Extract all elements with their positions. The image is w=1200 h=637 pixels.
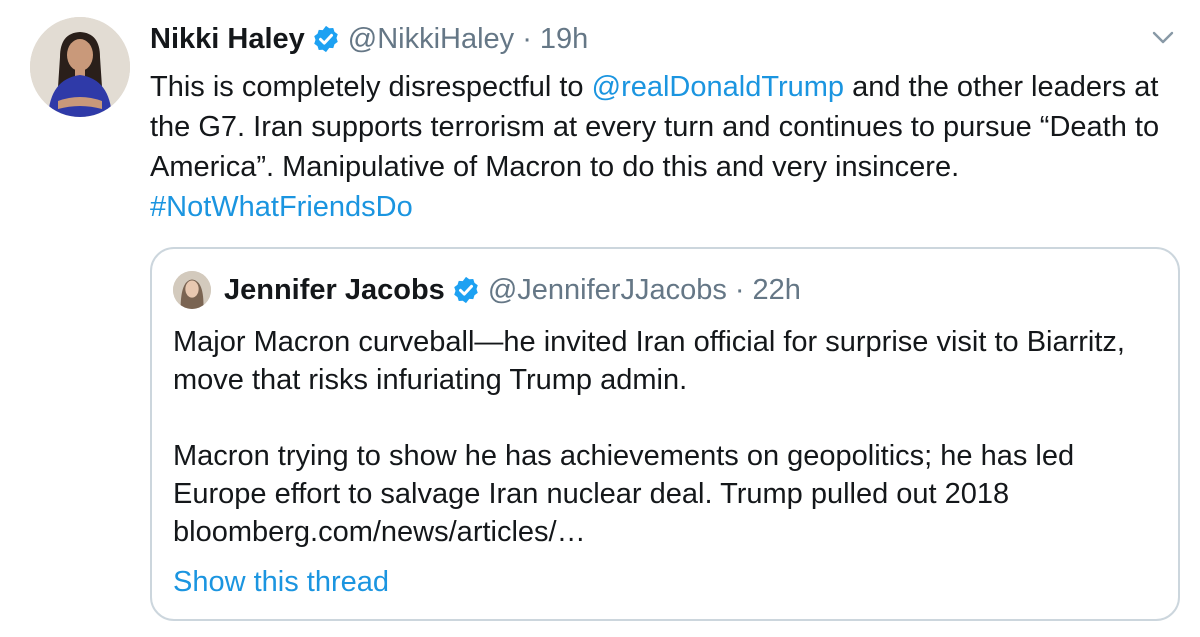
quoted-author-handle[interactable]: @JenniferJJacobs bbox=[488, 271, 727, 309]
author-name[interactable]: Nikki Haley bbox=[150, 21, 305, 57]
author-handle[interactable]: @NikkiHaley bbox=[348, 21, 514, 57]
mention-link[interactable]: @realDonaldTrump bbox=[592, 71, 844, 103]
chevron-down-icon[interactable] bbox=[1150, 28, 1176, 48]
header-separator: · bbox=[734, 274, 745, 306]
quoted-paragraph: Major Macron curveball—he invited Iran o… bbox=[173, 326, 1125, 396]
quoted-author-avatar[interactable] bbox=[173, 271, 211, 309]
paragraph-break bbox=[173, 399, 1158, 437]
quoted-author-name[interactable]: Jennifer Jacobs bbox=[224, 271, 445, 309]
tweet-header: Nikki Haley @NikkiHaley · 19h bbox=[150, 21, 588, 57]
article-link[interactable]: bloomberg.com/news/articles/… bbox=[173, 513, 1158, 551]
quoted-tweet[interactable]: Jennifer Jacobs @JenniferJJacobs · 22h M… bbox=[150, 247, 1180, 621]
tweet-timestamp[interactable]: 19h bbox=[540, 21, 588, 57]
show-thread-link[interactable]: Show this thread bbox=[173, 563, 389, 601]
quoted-paragraph: Macron trying to show he has achievement… bbox=[173, 440, 1075, 510]
tweet[interactable]: Nikki Haley @NikkiHaley · 19h This is co… bbox=[0, 0, 1200, 637]
header-separator: · bbox=[522, 23, 532, 55]
verified-badge-icon bbox=[451, 275, 481, 305]
hashtag-link[interactable]: #NotWhatFriendsDo bbox=[150, 191, 413, 223]
tweet-body: This is completely disrespectful to @rea… bbox=[150, 67, 1160, 227]
quoted-tweet-timestamp[interactable]: 22h bbox=[753, 271, 801, 309]
quoted-tweet-body: Major Macron curveball—he invited Iran o… bbox=[173, 323, 1158, 551]
quoted-tweet-header: Jennifer Jacobs @JenniferJJacobs · 22h bbox=[224, 271, 801, 309]
tweet-text: This is completely disrespectful to bbox=[150, 71, 592, 103]
author-avatar[interactable] bbox=[30, 17, 130, 117]
verified-badge-icon bbox=[311, 24, 341, 54]
